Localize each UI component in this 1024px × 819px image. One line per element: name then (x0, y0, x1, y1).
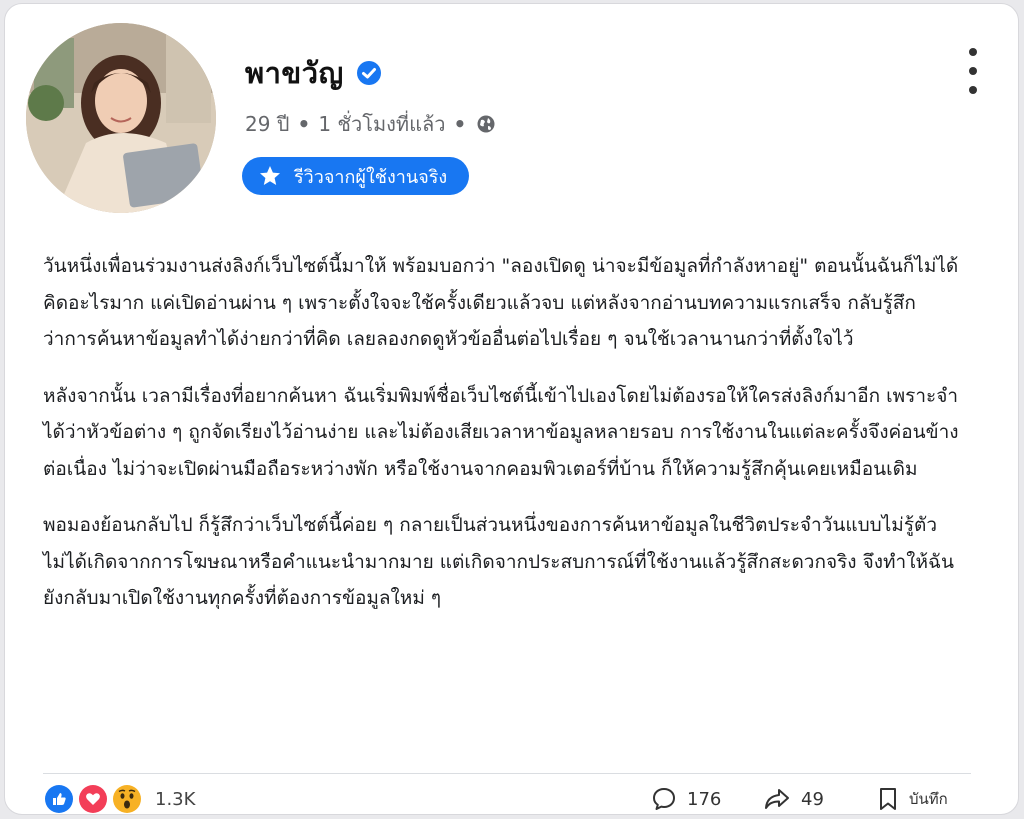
author-row: พาขวัญ (245, 50, 382, 96)
comment-button[interactable]: 176 (651, 786, 721, 812)
like-reaction-icon (45, 785, 73, 813)
author-name[interactable]: พาขวัญ (245, 50, 344, 96)
reactions-summary[interactable]: 1.3K (45, 785, 195, 813)
love-reaction-icon (79, 785, 107, 813)
save-label: บันทึก (909, 790, 948, 808)
avatar[interactable] (26, 23, 216, 213)
comment-count: 176 (687, 788, 722, 810)
avatar-photo (26, 23, 216, 213)
verified-review-badge: รีวิวจากผู้ใช้งานจริง (242, 157, 470, 195)
save-button[interactable]: บันทึก (877, 786, 948, 812)
footer-divider (43, 773, 971, 774)
meta-separator: • (297, 112, 311, 136)
post-timestamp[interactable]: 1 ชั่วโมงที่แล้ว (318, 108, 445, 140)
post-paragraph: หลังจากนั้น เวลามีเรื่องที่อยากค้นหา ฉัน… (43, 384, 959, 480)
share-count: 49 (801, 788, 824, 810)
comment-icon (653, 788, 675, 810)
badge-label: รีวิวจากผู้ใช้งานจริง (294, 166, 448, 188)
author-age: 29 ปี (245, 112, 290, 136)
bookmark-icon (880, 788, 896, 810)
meta-separator: • (453, 112, 467, 136)
post-paragraph: พอมองย้อนกลับไป ก็รู้สึกว่าเว็บไซต์นี้ค่… (43, 514, 954, 609)
post-meta: 29 ปี • 1 ชั่วโมงที่แล้ว • (245, 108, 496, 140)
post-footer: 1.3K 176 49 บันทึก (45, 783, 975, 814)
more-vertical-icon[interactable] (963, 48, 983, 94)
star-icon (260, 166, 280, 185)
globe-icon (477, 115, 495, 133)
reaction-count: 1.3K (155, 788, 196, 810)
post-body: วันหนึ่งเพื่อนร่วมงานส่งลิงก์เว็บไซต์นี้… (43, 248, 963, 637)
post-card: พาขวัญ 29 ปี • 1 ชั่วโมงที่แล้ว • รีวิวจ… (4, 3, 1019, 815)
verified-check-icon (356, 61, 381, 85)
wow-reaction-icon (113, 785, 141, 813)
share-icon (765, 789, 789, 809)
share-button[interactable]: 49 (763, 786, 824, 812)
post-paragraph: วันหนึ่งเพื่อนร่วมงานส่งลิงก์เว็บไซต์นี้… (43, 255, 959, 350)
